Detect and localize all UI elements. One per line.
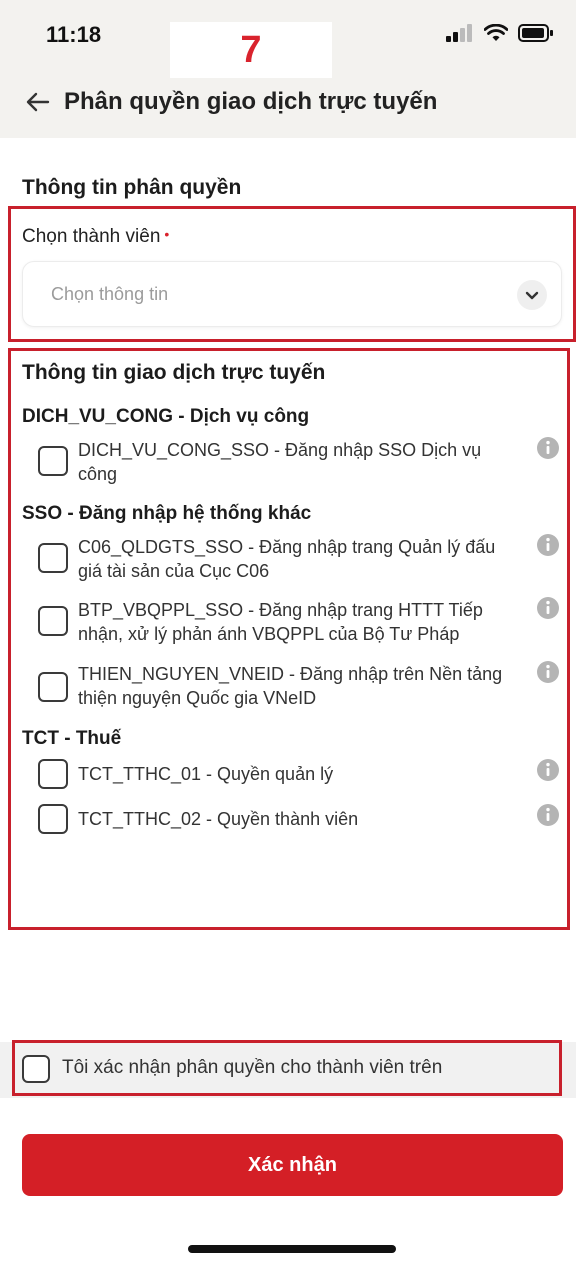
back-button[interactable] [24, 88, 52, 116]
signal-icon [446, 24, 472, 42]
status-time: 11:18 [46, 22, 102, 47]
info-icon[interactable] [536, 660, 560, 684]
info-icon[interactable] [536, 436, 560, 460]
step-badge: 7 [170, 22, 332, 78]
member-select[interactable]: Chọn thông tin [22, 261, 562, 327]
group-title-tct: TCT - Thuế [22, 728, 122, 749]
permission-checkbox[interactable] [38, 672, 68, 702]
online-info-title: Thông tin giao dịch trực tuyến [22, 361, 326, 384]
battery-icon [518, 24, 553, 42]
home-indicator [188, 1245, 396, 1253]
permission-label: TCT_TTHC_02 - Quyền thành viên [78, 809, 359, 829]
confirm-label: Tôi xác nhận phân quyền cho thành viên t… [62, 1057, 443, 1078]
wifi-icon [484, 24, 508, 41]
group-title-dvc: DICH_VU_CONG - Dịch vụ công [22, 406, 310, 427]
member-label-text: Chọn thành viên [22, 226, 161, 247]
group-title-sso: SSO - Đăng nhập hệ thống khác [22, 503, 312, 524]
required-mark: • [164, 226, 170, 242]
permission-checkbox[interactable] [38, 759, 68, 789]
step-number: 7 [240, 28, 262, 71]
info-icon[interactable] [536, 533, 560, 557]
submit-button[interactable]: Xác nhận [22, 1134, 563, 1196]
permission-checkbox[interactable] [38, 446, 68, 476]
permission-label: THIEN_NGUYEN_VNEID - Đăng nhập trên Nền … [78, 664, 503, 708]
member-select-toggle[interactable] [517, 280, 547, 310]
permission-label: C06_QLDGTS_SSO - Đăng nhập trang Quản lý… [78, 537, 496, 581]
permission-checkbox[interactable] [38, 543, 68, 573]
chevron-down-icon [525, 291, 539, 300]
status-icons [446, 24, 554, 42]
info-icon[interactable] [536, 803, 560, 827]
page-title: Phân quyền giao dịch trực tuyến [64, 88, 438, 115]
permission-info-title: Thông tin phân quyền [22, 176, 242, 199]
permission-label: TCT_TTHC_01 - Quyền quản lý [78, 764, 334, 784]
permission-checkbox[interactable] [38, 606, 68, 636]
member-label: Chọn thành viên • [22, 226, 169, 248]
info-icon[interactable] [536, 596, 560, 620]
permission-label: DICH_VU_CONG_SSO - Đăng nhập SSO Dịch vụ… [78, 440, 482, 484]
permission-label: BTP_VBQPPL_SSO - Đăng nhập trang HTTT Ti… [78, 600, 483, 644]
info-icon[interactable] [536, 758, 560, 782]
back-arrow-icon [26, 92, 50, 112]
confirm-checkbox[interactable] [22, 1055, 50, 1083]
permission-checkbox[interactable] [38, 804, 68, 834]
member-select-placeholder: Chọn thông tin [51, 284, 169, 304]
